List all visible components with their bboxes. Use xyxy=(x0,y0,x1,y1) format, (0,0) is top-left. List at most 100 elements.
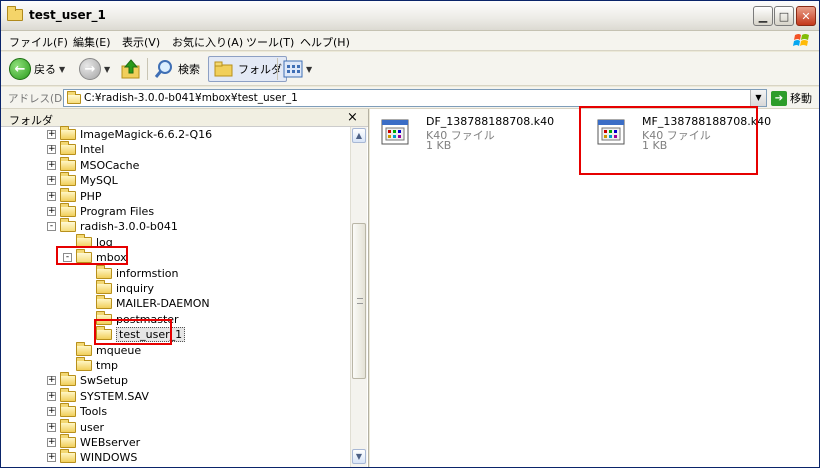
tree-item[interactable]: + Intel xyxy=(47,141,105,157)
back-button[interactable]: ← 戻る ▼ xyxy=(9,56,65,82)
folder-icon xyxy=(60,203,76,217)
tree-item[interactable]: informstion xyxy=(83,264,179,281)
windows-logo-icon xyxy=(793,34,809,46)
menu-file[interactable]: ファイル(F) xyxy=(9,34,68,50)
tree-item[interactable]: + ImageMagick-6.6.2-Q16 xyxy=(47,126,213,142)
collapse-icon[interactable]: - xyxy=(47,222,56,232)
tree-item[interactable]: MAILER-DAEMON xyxy=(83,295,210,311)
file-item[interactable]: DF_138788188708.k40 K40 ファイル 1 KB xyxy=(380,115,554,165)
close-icon: ✕ xyxy=(801,9,811,23)
tree-item-label: Tools xyxy=(80,405,108,419)
folders-button[interactable]: フォルダ xyxy=(208,56,287,82)
tree-item[interactable]: + WINDOWS xyxy=(47,449,137,465)
tree-item-label: MySQL xyxy=(80,174,118,188)
search-icon xyxy=(154,60,172,78)
close-button[interactable]: ✕ xyxy=(796,6,816,26)
open-folder-icon xyxy=(60,218,76,233)
menu-bar: ファイル(F) 編集(E) 表示(V) お気に入り(A) ツール(T) ヘルプ(… xyxy=(1,31,819,51)
tree-item[interactable]: - radish-3.0.0-b041 xyxy=(47,218,178,234)
tree-item-label: ImageMagick-6.6.2-Q16 xyxy=(80,128,213,141)
folder-pane-close-icon[interactable]: × xyxy=(347,110,358,125)
address-label: アドレス(D) xyxy=(8,93,67,105)
folder-icon xyxy=(60,187,76,202)
expand-icon[interactable]: + xyxy=(47,130,56,139)
folder-icon xyxy=(60,172,76,187)
menu-favorites[interactable]: お気に入り(A) xyxy=(172,34,243,50)
go-button[interactable]: ➔ 移動 xyxy=(771,90,812,106)
tree-item[interactable]: + WEBserver xyxy=(47,434,140,450)
expand-icon[interactable]: + xyxy=(47,376,56,386)
scroll-thumb[interactable] xyxy=(352,223,366,379)
scroll-up-icon[interactable]: ▲ xyxy=(352,128,366,143)
tree-item-label: informstion xyxy=(116,266,179,280)
tree-item-label: user xyxy=(80,420,104,434)
folder-icon xyxy=(76,357,92,371)
address-input[interactable]: C:¥radish-3.0.0-b041¥mbox¥test_user_1 ▼ xyxy=(63,89,767,107)
folder-pane: フォルダ × + ImageMagick-6.6.2-Q16 + Intel + MSOC… xyxy=(1,109,369,467)
views-dropdown-icon[interactable]: ▼ xyxy=(306,65,312,74)
address-dropdown-icon[interactable]: ▼ xyxy=(750,90,766,106)
up-folder-icon xyxy=(121,59,140,79)
folder-icon xyxy=(60,434,76,448)
forward-button[interactable]: → ▼ xyxy=(79,56,110,82)
folder-pane-scrollbar[interactable]: ▲ ▼ xyxy=(350,127,367,467)
tree-item[interactable]: + SYSTEM.SAV xyxy=(47,387,149,404)
tree-item[interactable]: + Tools xyxy=(47,403,108,419)
expand-icon[interactable]: + xyxy=(47,453,56,463)
folders-icon xyxy=(214,61,233,77)
forward-dropdown-icon[interactable]: ▼ xyxy=(104,65,110,74)
expand-icon[interactable]: + xyxy=(47,176,56,186)
tree-item-label: radish-3.0.0-b041 xyxy=(80,220,178,234)
tree-item[interactable]: + SwSetup xyxy=(47,372,128,388)
go-arrow-icon: ➔ xyxy=(771,90,787,106)
tree-item-label: MSOCache xyxy=(80,158,140,172)
expand-icon[interactable]: + xyxy=(47,191,56,201)
expand-icon[interactable]: + xyxy=(47,438,56,447)
search-label: 検索 xyxy=(178,63,200,76)
tree-item-label: mqueue xyxy=(96,343,142,357)
expand-icon[interactable]: + xyxy=(47,160,56,170)
expand-icon[interactable]: + xyxy=(47,145,56,155)
folder-pane-header: フォルダ × xyxy=(1,109,368,127)
folder-icon xyxy=(60,126,76,140)
folder-icon xyxy=(60,449,76,464)
tree-item[interactable]: + Program Files xyxy=(47,203,155,219)
scroll-down-icon[interactable]: ▼ xyxy=(352,449,366,464)
expand-icon[interactable]: + xyxy=(47,207,56,216)
test-user-highlight xyxy=(94,319,172,345)
file-icon xyxy=(381,119,409,145)
tree-item[interactable]: + PHP xyxy=(47,187,102,204)
tree-item-label: Program Files xyxy=(80,205,155,218)
menu-edit[interactable]: 編集(E) xyxy=(73,34,111,50)
tree-item-label: MAILER-DAEMON xyxy=(116,297,210,311)
address-value: C:¥radish-3.0.0-b041¥mbox¥test_user_1 xyxy=(84,92,298,104)
folder-icon xyxy=(96,295,112,310)
menu-view[interactable]: 表示(V) xyxy=(122,34,160,50)
maximize-icon: □ xyxy=(778,9,790,23)
tree-item[interactable]: + MSOCache xyxy=(47,156,140,173)
search-button[interactable]: 検索 xyxy=(153,56,200,82)
folders-label: フォルダ xyxy=(238,63,282,76)
menu-help[interactable]: ヘルプ(H) xyxy=(300,34,350,50)
toolbar-separator xyxy=(277,58,278,80)
tree-item[interactable]: + MySQL xyxy=(47,172,118,188)
toolbar: ← 戻る ▼ → ▼ 検索 フォルダ ▼ xyxy=(1,52,819,86)
tree-item[interactable]: inquiry xyxy=(83,280,154,296)
tree-item[interactable]: + user xyxy=(47,418,104,435)
back-dropdown-icon[interactable]: ▼ xyxy=(59,65,65,74)
expand-icon[interactable]: + xyxy=(47,391,56,401)
tree-item[interactable]: tmp xyxy=(63,357,118,373)
folder-icon xyxy=(7,6,23,21)
expand-icon[interactable]: + xyxy=(47,422,56,432)
views-button[interactable]: ▼ xyxy=(283,56,312,82)
folder-icon xyxy=(60,387,76,402)
minimize-button[interactable]: ▁ xyxy=(753,6,773,26)
menu-tools[interactable]: ツール(T) xyxy=(246,34,294,50)
title-bar[interactable]: test_user_1 ▁ □ ✕ xyxy=(1,1,819,31)
expand-icon[interactable]: + xyxy=(47,407,56,417)
tree-item-label: Intel xyxy=(80,143,105,157)
maximize-button[interactable]: □ xyxy=(774,6,794,26)
folder-icon xyxy=(60,141,76,156)
up-folder-button[interactable] xyxy=(119,56,143,82)
back-arrow-icon: ← xyxy=(9,58,31,80)
